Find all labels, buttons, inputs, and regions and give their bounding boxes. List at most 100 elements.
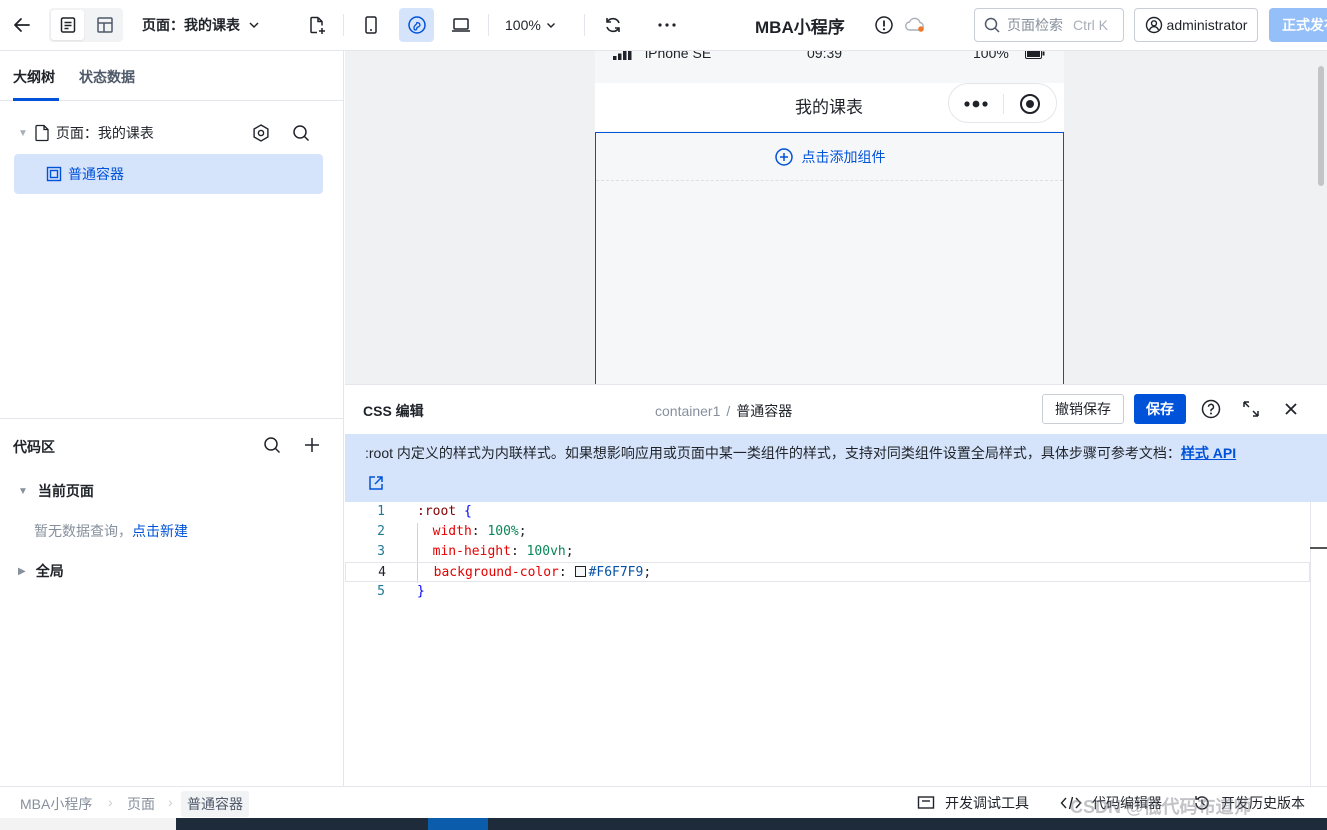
capsule-divider	[1003, 94, 1004, 114]
device-mobile-button[interactable]	[359, 8, 383, 42]
debug-tools-button[interactable]: 开发调试工具	[917, 793, 1029, 813]
page-selector[interactable]: 页面：我的课表	[142, 8, 260, 42]
miniprogram-capsule	[948, 83, 1057, 123]
miniprogram-icon	[407, 15, 427, 35]
footer-breadcrumb-current[interactable]: 普通容器	[181, 791, 249, 817]
code-group-global[interactable]: ▶ 全局	[18, 561, 64, 581]
code-line-current: 4 background-color: #F6F7F9;	[345, 562, 1310, 582]
publish-button[interactable]: 正式发布	[1269, 8, 1327, 42]
cloud-sync-status[interactable]	[902, 12, 928, 38]
os-taskbar	[0, 818, 1327, 830]
watermark: CSDN @低代码布道师	[1070, 797, 1252, 817]
device-desktop-button[interactable]	[448, 8, 474, 42]
css-value: 100%	[487, 524, 519, 539]
tab-outline-tree[interactable]: 大纲树	[13, 67, 55, 87]
save-button[interactable]: 保存	[1134, 394, 1186, 424]
user-name: administrator	[1166, 17, 1248, 33]
design-canvas: iPhone SE 09:39 100% 我的课表 点击添加组件	[345, 51, 1327, 384]
page-search-input[interactable]: 页面检索 Ctrl K	[974, 8, 1124, 42]
tree-node-page-label: 页面：我的课表	[55, 125, 154, 141]
refresh-button[interactable]	[600, 8, 626, 42]
user-menu[interactable]: administrator	[1134, 8, 1258, 42]
style-api-link[interactable]: 样式 API	[1181, 445, 1236, 461]
tree-node-container[interactable]: 普通容器	[14, 154, 323, 194]
page-selector-label: 页面：我的课表	[142, 17, 240, 33]
canvas-scrollbar[interactable]	[1318, 66, 1324, 186]
color-swatch[interactable]	[574, 566, 586, 577]
css-code-editor[interactable]: 1 :root { 2 width: 100%; 3 min-height: 1…	[345, 502, 1327, 787]
code-editor-scrollbar[interactable]	[1310, 502, 1311, 787]
help-icon[interactable]	[1201, 399, 1221, 419]
view-mode-document[interactable]	[51, 10, 84, 40]
toolbar-divider	[584, 14, 585, 36]
left-panel: 大纲树 状态数据 ▼ 页面：我的课表 普通容器 代码区 ▼ 当前页面 暂无数据查…	[0, 51, 344, 786]
code-group-current-page-label: 当前页面	[37, 483, 94, 499]
battery-percent: 100%	[973, 51, 1009, 61]
css-info-notice: :root 内定义的样式为内联样式。如果想影响应用或页面中某一类组件的样式，支持…	[345, 434, 1327, 502]
scrollbar-cursor-marker	[1310, 547, 1327, 549]
chevron-down-icon	[248, 19, 260, 31]
line-number: 5	[377, 584, 385, 599]
add-component-button[interactable]: 点击添加组件	[596, 133, 1063, 181]
app-title: MBA小程序	[755, 17, 845, 37]
refresh-icon	[603, 15, 623, 35]
file-icon	[34, 124, 50, 142]
document-icon	[59, 16, 77, 34]
cloud-icon	[904, 16, 926, 34]
capsule-close-icon[interactable]	[1019, 93, 1041, 115]
phone-preview: iPhone SE 09:39 100% 我的课表 点击添加组件	[595, 51, 1064, 384]
container-icon	[46, 166, 62, 182]
search-icon[interactable]	[262, 435, 282, 455]
create-query-link[interactable]: 点击新建	[132, 523, 188, 539]
css-selector: :root	[417, 504, 457, 519]
code-group-global-label: 全局	[35, 563, 64, 579]
root-container-selected[interactable]: 点击添加组件	[595, 132, 1064, 384]
zoom-select[interactable]: 100%	[505, 8, 556, 42]
add-page-button[interactable]	[305, 10, 329, 40]
back-button[interactable]	[6, 8, 38, 42]
external-link-icon[interactable]	[367, 474, 385, 492]
monitor-icon	[917, 795, 935, 811]
capsule-more-icon[interactable]	[961, 94, 991, 114]
tab-state-data[interactable]: 状态数据	[79, 67, 135, 87]
settings-icon[interactable]	[251, 123, 271, 143]
close-icon[interactable]	[1282, 400, 1300, 418]
laptop-icon	[450, 15, 472, 35]
device-miniprogram-button[interactable]	[399, 8, 434, 42]
code-group-current-page[interactable]: ▼ 当前页面	[18, 481, 94, 501]
plus-icon[interactable]	[302, 435, 322, 455]
phone-nav-title: 我的课表	[795, 98, 863, 117]
chevron-right-icon: ›	[108, 794, 113, 810]
line-number: 4	[378, 565, 386, 580]
expand-icon[interactable]	[1241, 399, 1261, 419]
css-property: min-height	[432, 544, 511, 559]
line-number: 2	[377, 524, 385, 539]
footer-breadcrumb-page[interactable]: 页面	[127, 794, 155, 814]
view-mode-toggle	[49, 8, 123, 42]
css-property: background-color	[433, 565, 559, 580]
search-icon[interactable]	[291, 123, 311, 143]
footer-breadcrumb-app[interactable]: MBA小程序	[20, 794, 92, 814]
active-tab-indicator	[13, 98, 59, 101]
empty-query-message: 暂无数据查询，点击新建	[34, 521, 188, 541]
breadcrumb-parent[interactable]: container1	[655, 403, 720, 419]
view-mode-layout[interactable]	[88, 10, 121, 40]
css-editor-breadcrumb: container1 / 普通容器	[655, 401, 792, 421]
phone-status-bar: iPhone SE 09:39 100%	[595, 51, 1064, 63]
battery-icon	[1025, 51, 1045, 59]
exclamation-circle-icon	[874, 15, 894, 35]
more-button[interactable]	[654, 8, 680, 42]
user-icon	[1145, 16, 1163, 34]
code-line: 5 }	[345, 582, 1310, 602]
css-editor-panel: CSS 编辑 container1 / 普通容器 撤销保存 保存 :root 内定义…	[345, 384, 1327, 787]
caret-down-icon[interactable]: ▼	[18, 128, 28, 139]
taskbar-active-app[interactable]	[428, 818, 488, 830]
warning-button[interactable]	[872, 12, 896, 38]
ellipsis-icon	[657, 22, 677, 28]
tree-node-page[interactable]: ▼ 页面：我的课表	[14, 117, 324, 149]
revert-save-button[interactable]: 撤销保存	[1042, 394, 1124, 424]
breadcrumb-current: 普通容器	[736, 403, 793, 419]
breadcrumb-separator: /	[726, 403, 731, 419]
empty-query-text: 暂无数据查询，	[34, 523, 132, 539]
device-name: iPhone SE	[645, 51, 712, 61]
